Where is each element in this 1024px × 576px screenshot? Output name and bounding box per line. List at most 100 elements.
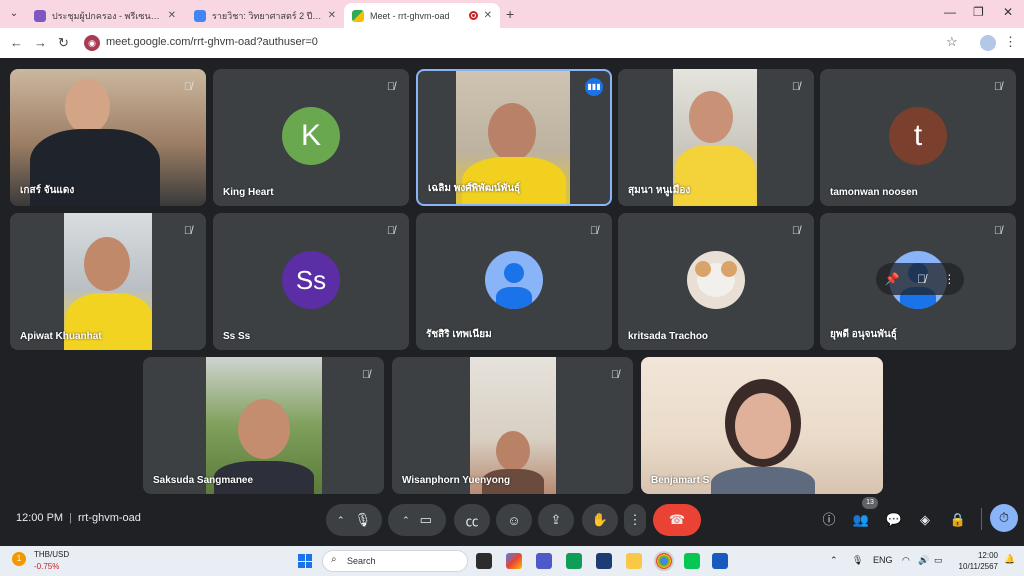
- mic-off-icon: 🎙̸: [791, 225, 801, 237]
- mic-off-icon[interactable]: 🎙̸: [917, 272, 926, 286]
- mic-off-icon: 🎙̸: [361, 369, 371, 381]
- raise-hand-button[interactable]: ✋: [582, 504, 618, 536]
- chevron-up-icon[interactable]: ⌃: [402, 515, 410, 526]
- end-call-icon: ☎: [668, 512, 686, 527]
- participant-tile[interactable]: 🎙̸ kritsada Trachoo: [618, 213, 814, 350]
- url-input[interactable]: ◉ meet.google.com/rrt-ghvm-oad?authuser=…: [80, 32, 970, 54]
- task-view-icon[interactable]: [476, 553, 492, 569]
- tab-search-chevron-icon[interactable]: ⌄: [6, 6, 22, 22]
- notification-bell-icon[interactable]: 🔔: [1004, 554, 1015, 565]
- chevron-up-icon[interactable]: ⌃: [337, 515, 345, 526]
- reload-icon[interactable]: ↻: [58, 35, 69, 51]
- present-screen-icon: ⇪: [550, 512, 562, 527]
- start-button[interactable]: [298, 554, 312, 568]
- host-controls-icon[interactable]: 🔒: [948, 510, 968, 530]
- close-icon[interactable]: ✕: [484, 10, 492, 21]
- participant-tile[interactable]: 🎙̸ Wisanphorn Yuenyong: [392, 357, 633, 494]
- participant-tile[interactable]: 📌 🎙̸ ⋮ 🎙̸ ยุพดี อนุจนพันธุ์: [820, 213, 1016, 350]
- battery-icon[interactable]: ▭: [934, 555, 943, 566]
- more-options-button[interactable]: ⋮: [624, 504, 646, 536]
- microphone-tray-icon[interactable]: 🎙: [852, 555, 863, 566]
- restore-icon[interactable]: ❐: [973, 5, 984, 19]
- close-icon[interactable]: ✕: [328, 10, 336, 21]
- edge-icon[interactable]: [566, 553, 582, 569]
- new-tab-button[interactable]: +: [506, 6, 514, 22]
- emoji-icon: ☺: [507, 512, 521, 528]
- participant-tile[interactable]: 🎙̸ Apiwat Khuanhat: [10, 213, 206, 350]
- browser-menu-icon[interactable]: ⋮: [1004, 34, 1017, 50]
- site-info-icon[interactable]: ◉: [84, 35, 100, 51]
- line-icon[interactable]: [684, 553, 700, 569]
- teams-icon[interactable]: [536, 553, 552, 569]
- meeting-time: 12:00 PM: [16, 512, 64, 524]
- back-icon[interactable]: ←: [10, 35, 23, 50]
- slides-favicon-icon: [34, 9, 46, 22]
- store-icon[interactable]: [596, 553, 612, 569]
- participant-video: [641, 357, 883, 494]
- cat-photo-avatar: [687, 251, 745, 309]
- classroom-favicon-icon: [194, 9, 206, 22]
- pin-icon[interactable]: 📌: [885, 272, 900, 286]
- avatar: Ss: [282, 251, 340, 309]
- chrome-icon[interactable]: [656, 553, 672, 569]
- avatar: t: [889, 107, 947, 165]
- mic-off-icon: 🎙̸: [386, 225, 396, 237]
- bookmark-star-icon[interactable]: ☆: [946, 34, 958, 50]
- url-text: meet.google.com/rrt-ghvm-oad?authuser=0: [106, 36, 318, 48]
- taskbar-search[interactable]: ⌕ Search: [322, 550, 468, 572]
- participant-tile[interactable]: 🎙̸ รัชสิริ เทพเนียม: [416, 213, 612, 350]
- word-icon[interactable]: [712, 553, 728, 569]
- participant-tile[interactable]: Ss 🎙̸ Ss Ss: [213, 213, 409, 350]
- mic-off-icon: 🎙̸: [183, 81, 193, 93]
- copilot-icon[interactable]: [506, 553, 522, 569]
- file-explorer-icon[interactable]: [626, 553, 642, 569]
- wifi-icon[interactable]: ◠: [902, 555, 910, 566]
- divider: [981, 508, 982, 530]
- more-options-icon[interactable]: ⋮: [943, 272, 955, 286]
- tab-meet[interactable]: Meet - rrt-ghvm-oad ✕: [344, 3, 500, 28]
- meeting-details-icon[interactable]: ⓘ: [819, 510, 839, 530]
- chat-icon[interactable]: 💬: [884, 510, 904, 530]
- participant-tile[interactable]: 🎙̸ สุมนา หนูเมือง: [618, 69, 814, 206]
- avatar: K: [282, 107, 340, 165]
- participant-tile[interactable]: t 🎙̸ tamonwan noosen: [820, 69, 1016, 206]
- participant-tile[interactable]: 🎙̸ เกสร์ จันแดง: [10, 69, 206, 206]
- people-icon[interactable]: 👥: [851, 510, 871, 530]
- recording-indicator-icon: [468, 11, 478, 20]
- mic-off-icon: 🎙̸: [993, 81, 1003, 93]
- stock-alert-icon: 1: [12, 552, 26, 566]
- participant-tile[interactable]: Benjamart S: [641, 357, 883, 494]
- profile-avatar[interactable]: [980, 35, 996, 51]
- meeting-code: rrt-ghvm-oad: [77, 512, 141, 524]
- participant-tile[interactable]: ▮▮▮ เฉลิม พงศ์พิพัฒน์พันธุ์: [416, 69, 612, 206]
- timer-icon[interactable]: ⏱: [990, 504, 1018, 532]
- tab-presentation[interactable]: ประชุมผู้ปกครอง - พรีเซนเทชั่น - Ca ✕: [26, 3, 184, 28]
- window-close-icon[interactable]: ✕: [1003, 5, 1013, 19]
- speaking-indicator-icon: ▮▮▮: [585, 78, 603, 96]
- tray-overflow-icon[interactable]: ⌃: [830, 555, 838, 566]
- mic-off-icon: 🎙̸: [993, 225, 1003, 237]
- mic-off-icon: 🎙̸: [183, 225, 193, 237]
- reactions-button[interactable]: ☺: [496, 504, 532, 536]
- leave-call-button[interactable]: ☎: [653, 504, 701, 536]
- forward-icon[interactable]: →: [34, 35, 47, 50]
- participant-tile[interactable]: 🎙̸ Saksuda Sangmanee: [143, 357, 384, 494]
- participant-tile[interactable]: K 🎙̸ King Heart: [213, 69, 409, 206]
- volume-icon[interactable]: 🔊: [918, 555, 929, 566]
- language-indicator[interactable]: ENG: [873, 555, 893, 565]
- meeting-info: 12:00 PM | rrt-ghvm-oad: [16, 512, 141, 524]
- search-icon: ⌕: [331, 554, 337, 565]
- mic-toggle-button[interactable]: ⌃ 🎙: [326, 504, 382, 536]
- minimize-icon[interactable]: —: [944, 5, 956, 19]
- activities-icon[interactable]: ◈: [915, 510, 935, 530]
- tab-course[interactable]: รายวิชา: วิทยาศาสตร์ 2 ปี 67 เทอม 2 ✕: [186, 3, 344, 28]
- captions-icon: ㏄: [465, 513, 479, 529]
- present-button[interactable]: ⇪: [538, 504, 574, 536]
- system-clock[interactable]: 12:00 10/11/2567: [952, 550, 998, 572]
- camera-toggle-button[interactable]: ⌃ ▭: [388, 504, 446, 536]
- hand-icon: ✋: [591, 512, 609, 527]
- tile-hover-controls: 📌 🎙̸ ⋮: [876, 263, 964, 295]
- captions-button[interactable]: ㏄: [454, 504, 490, 536]
- close-icon[interactable]: ✕: [168, 10, 176, 21]
- more-options-icon: ⋮: [628, 512, 642, 527]
